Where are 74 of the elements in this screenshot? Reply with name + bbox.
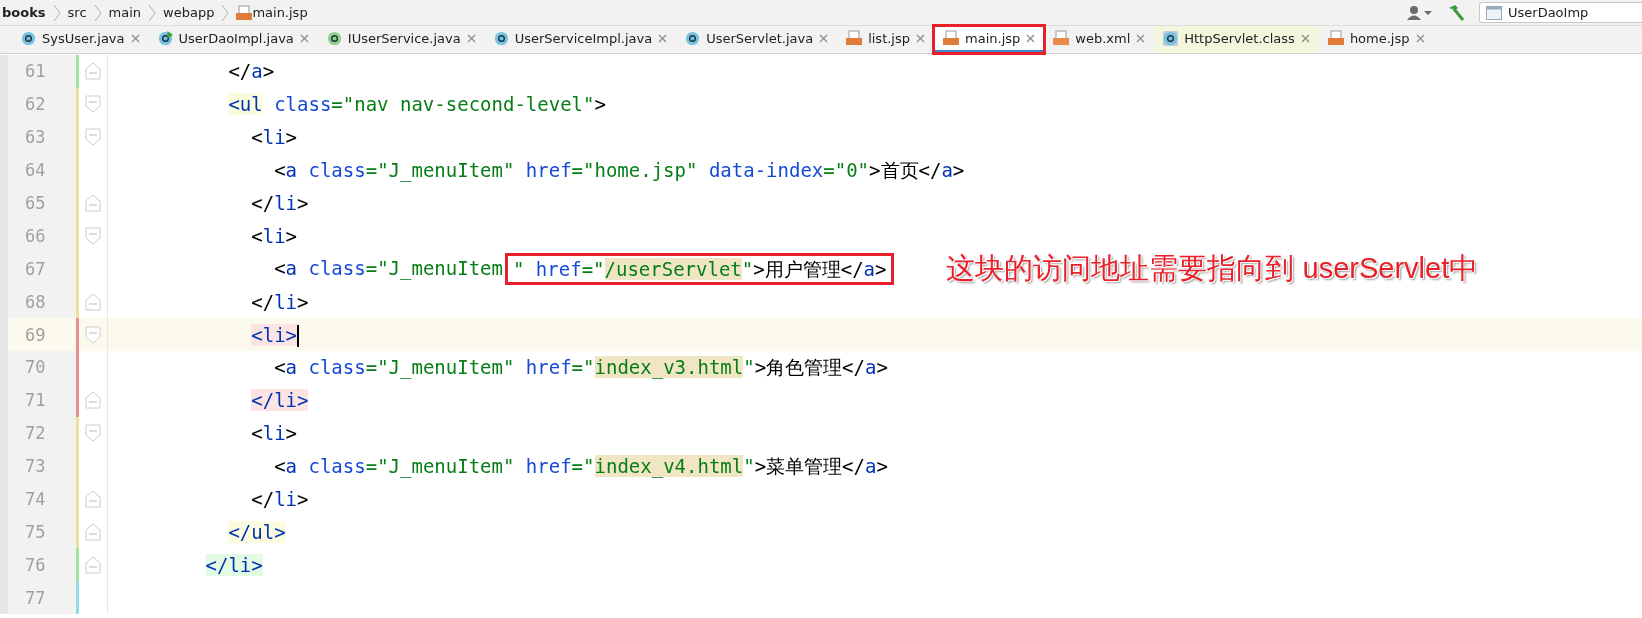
line-number: 71 bbox=[8, 383, 76, 417]
code-line: </a> bbox=[227, 59, 275, 85]
file-icon bbox=[846, 30, 863, 46]
file-icon bbox=[236, 4, 253, 21]
line-number: 77 bbox=[8, 581, 76, 615]
editor-tab[interactable]: SysUser.java bbox=[12, 26, 149, 53]
close-icon[interactable] bbox=[1026, 33, 1036, 43]
chevron-icon bbox=[51, 3, 62, 22]
line-number: 61 bbox=[8, 55, 76, 88]
chevron-icon bbox=[147, 3, 158, 22]
line-number: 62 bbox=[8, 87, 76, 121]
editor-tab[interactable]: home.jsp bbox=[1318, 26, 1434, 53]
code-line: <a class="J_menuItem " href="/userServlet">用户管理</a> bbox=[108, 252, 895, 285]
code-line: </li> bbox=[250, 191, 309, 216]
interface-icon bbox=[326, 30, 342, 46]
line-number: 67 bbox=[8, 252, 76, 286]
user-icon[interactable] bbox=[1407, 4, 1433, 21]
breadcrumb-item[interactable]: books bbox=[2, 5, 46, 20]
file-icon bbox=[943, 30, 959, 46]
close-icon[interactable] bbox=[916, 33, 925, 43]
window-icon bbox=[1486, 5, 1502, 20]
editor-tab[interactable]: UserServlet.java bbox=[676, 26, 838, 53]
run-configuration-selector[interactable]: UserDaoImp bbox=[1479, 2, 1642, 23]
code-line: <ul class="nav nav-second-level"> bbox=[227, 92, 606, 118]
line-number: 63 bbox=[8, 120, 76, 154]
line-number: 73 bbox=[8, 449, 76, 483]
class-icon bbox=[685, 30, 701, 46]
editor-tab[interactable]: IUserService.java bbox=[317, 26, 485, 53]
editor-tab[interactable]: list.jsp bbox=[837, 26, 934, 53]
code-line: </li> bbox=[250, 289, 309, 315]
breadcrumb-item[interactable]: webapp bbox=[163, 5, 215, 20]
line-number: 72 bbox=[8, 416, 76, 450]
hammer-icon[interactable] bbox=[1447, 3, 1465, 22]
editor-tab[interactable]: web.xml bbox=[1044, 26, 1155, 53]
line-number: 70 bbox=[8, 351, 76, 384]
code-line: <a class="J_menuItem" href="index_v3.html">角色管理</a> bbox=[273, 355, 888, 381]
close-icon[interactable] bbox=[1415, 33, 1425, 43]
close-icon[interactable] bbox=[1136, 33, 1146, 43]
line-number: 64 bbox=[8, 153, 76, 187]
close-icon[interactable] bbox=[130, 33, 140, 43]
close-icon[interactable] bbox=[466, 33, 476, 43]
annotation-text: 这块的访问地址需要指向到 userServlet中 bbox=[946, 250, 1479, 286]
text-cursor bbox=[297, 325, 300, 348]
chevron-icon bbox=[220, 3, 231, 22]
line-number: 75 bbox=[8, 515, 76, 549]
line-number: 66 bbox=[8, 219, 76, 253]
file-icon bbox=[1327, 30, 1344, 46]
close-icon[interactable] bbox=[1300, 33, 1310, 43]
code-line: <a class="J_menuItem" href="home.jsp" data-index="0">首页</a> bbox=[273, 158, 965, 184]
line-number: 65 bbox=[8, 186, 76, 220]
breadcrumb-item[interactable]: main.jsp bbox=[252, 5, 308, 20]
chevron-icon bbox=[92, 3, 103, 22]
editor-tab[interactable]: UserDaoImpl.java bbox=[148, 26, 318, 53]
close-icon[interactable] bbox=[819, 33, 829, 43]
class-icon bbox=[21, 30, 36, 46]
code-line: </li> bbox=[250, 487, 309, 512]
code-line: <li> bbox=[250, 421, 298, 447]
close-icon[interactable] bbox=[299, 33, 309, 43]
line-number: 76 bbox=[8, 548, 76, 582]
line-number: 74 bbox=[8, 482, 76, 516]
class-icon bbox=[1163, 30, 1179, 46]
code-line: <li> bbox=[250, 223, 298, 249]
breadcrumb-item[interactable]: src bbox=[67, 5, 87, 20]
breadcrumb-item[interactable]: main bbox=[108, 5, 142, 20]
close-icon[interactable] bbox=[658, 33, 668, 43]
line-number: 68 bbox=[8, 285, 76, 319]
code-line: <a class="J_menuItem" href="index_v4.html">菜单管理</a> bbox=[273, 454, 888, 480]
class-icon bbox=[157, 30, 173, 46]
editor-tab[interactable]: HttpServlet.class bbox=[1154, 26, 1319, 53]
file-icon bbox=[1053, 30, 1070, 46]
editor-tab[interactable]: UserServiceImpl.java bbox=[484, 26, 677, 53]
editor-tab[interactable]: main.jsp bbox=[934, 26, 1045, 53]
code-line: <li> bbox=[250, 125, 298, 151]
class-icon bbox=[493, 30, 509, 46]
